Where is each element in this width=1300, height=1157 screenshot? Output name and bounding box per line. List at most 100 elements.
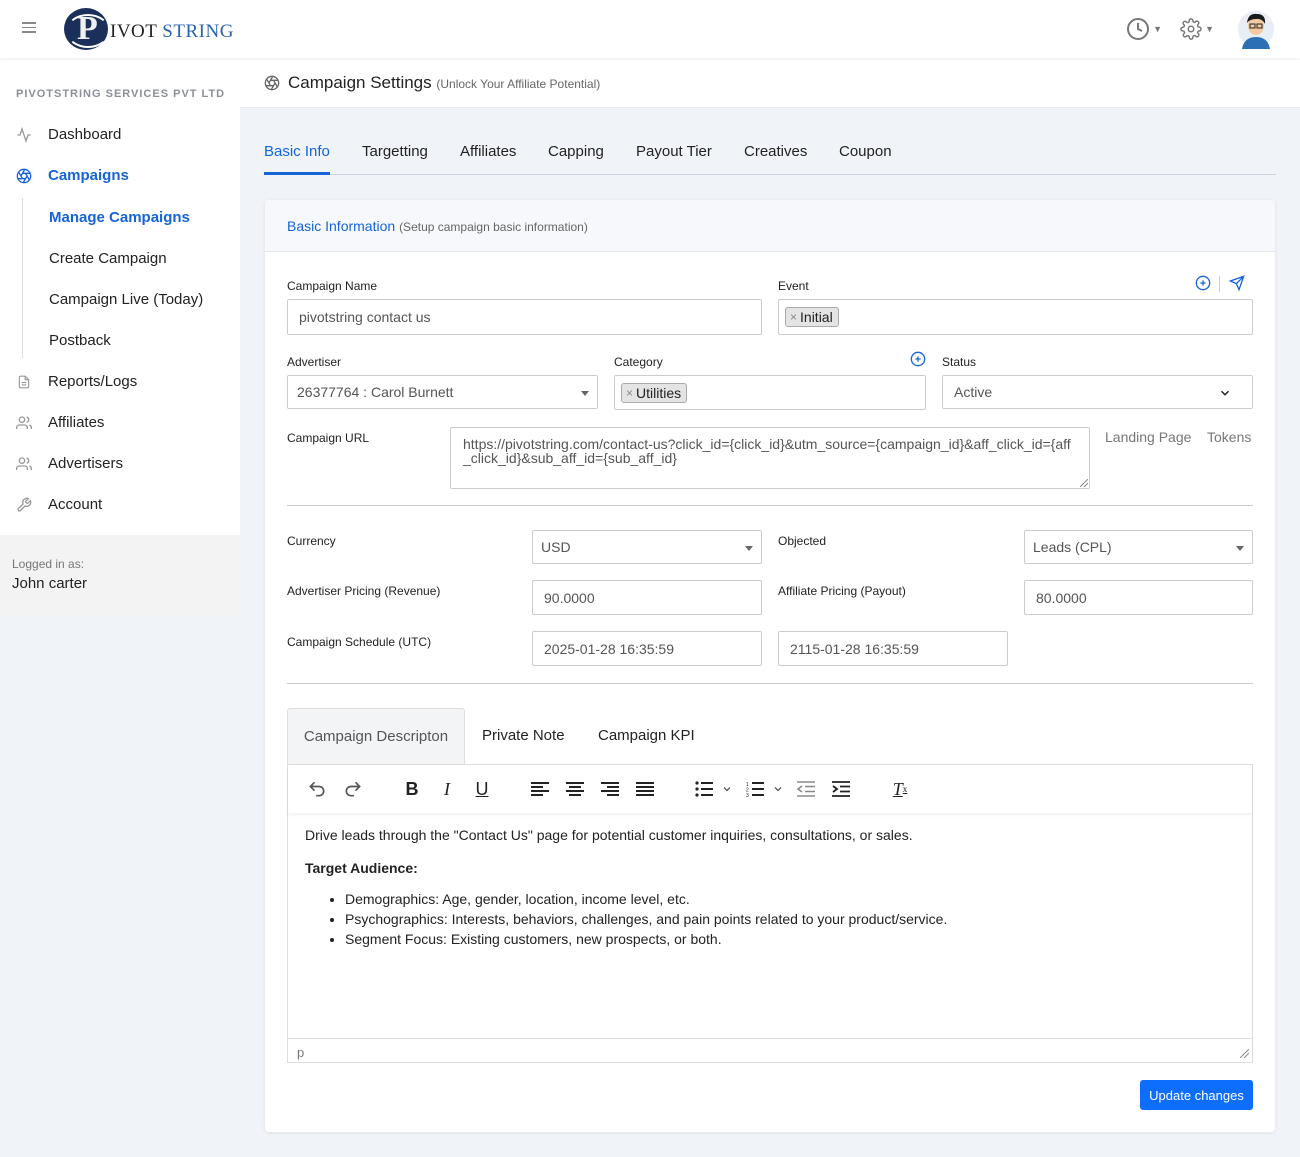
numbered-list-icon[interactable]: 123 — [745, 779, 765, 799]
top-bar: P IVOT STRING ▼ ▼ — [0, 0, 1300, 58]
tab-campaign-description[interactable]: Campaign Descripton — [287, 708, 465, 764]
clock-icon — [1127, 18, 1150, 40]
chevron-down-icon: ▼ — [1205, 24, 1214, 34]
event-select[interactable]: × Initial — [778, 299, 1253, 335]
tab-coupon[interactable]: Coupon — [839, 143, 892, 160]
aperture-icon — [16, 168, 32, 184]
campaign-name-input[interactable]: pivotstring contact us — [287, 299, 762, 335]
category-chip[interactable]: × Utilities — [621, 382, 688, 403]
divider — [287, 505, 1253, 506]
chevron-down-icon[interactable] — [720, 779, 734, 799]
tab-affiliates[interactable]: Affiliates — [460, 143, 516, 160]
settings-menu[interactable]: ▼ — [1180, 18, 1214, 40]
tab-capping[interactable]: Capping — [548, 143, 604, 160]
menu-icon[interactable] — [22, 22, 36, 36]
align-left-icon[interactable] — [530, 779, 550, 799]
align-center-icon[interactable] — [565, 779, 585, 799]
divider — [1219, 276, 1220, 292]
tokens-link[interactable]: Tokens — [1207, 429, 1251, 445]
brand-logo[interactable]: P IVOT STRING — [64, 8, 234, 50]
affiliate-pricing-input[interactable]: 80.0000 — [1024, 580, 1253, 615]
editor-bullet-list: Demographics: Age, gender, location, inc… — [305, 889, 1235, 949]
tab-campaign-kpi[interactable]: Campaign KPI — [598, 708, 695, 764]
logo-text: IVOT STRING — [110, 21, 234, 42]
gear-icon — [1180, 18, 1202, 40]
sidebar-item-account[interactable]: Account — [16, 496, 102, 513]
objected-select[interactable]: Leads (CPL) — [1024, 530, 1253, 564]
tab-targetting[interactable]: Targetting — [362, 143, 428, 160]
tab-creatives[interactable]: Creatives — [744, 143, 807, 160]
file-icon — [16, 374, 32, 390]
editor-heading: Target Audience: — [305, 860, 418, 876]
status-select[interactable]: Active — [942, 375, 1253, 409]
align-justify-icon[interactable] — [635, 779, 655, 799]
category-select[interactable]: × Utilities — [614, 375, 926, 410]
tab-payout-tier[interactable]: Payout Tier — [636, 143, 712, 160]
update-changes-button[interactable]: Update changes — [1140, 1080, 1253, 1110]
sidebar-item-advertisers[interactable]: Advertisers — [16, 455, 123, 472]
send-icon[interactable] — [1228, 275, 1245, 296]
sidebar-subitem-postback[interactable]: Postback — [49, 332, 111, 349]
align-right-icon[interactable] — [600, 779, 620, 799]
sidebar-item-affiliates[interactable]: Affiliates — [16, 414, 104, 431]
sidebar-item-campaigns[interactable]: Campaigns — [16, 167, 129, 184]
card-header: Basic Information (Setup campaign basic … — [265, 200, 1275, 252]
active-tab-indicator — [264, 172, 330, 175]
editor-content[interactable]: Drive leads through the "Contact Us" pag… — [305, 827, 1235, 949]
sidebar-item-label: Campaigns — [48, 167, 129, 184]
currency-label: Currency — [287, 534, 336, 548]
bullet-list-icon[interactable] — [694, 779, 714, 799]
italic-icon[interactable]: I — [438, 779, 456, 799]
remove-icon[interactable]: × — [790, 310, 797, 324]
campaign-url-textarea[interactable]: https://pivotstring.com/contact-us?click… — [450, 427, 1090, 489]
logged-in-panel: Logged in as: John carter — [0, 535, 240, 615]
outdent-icon[interactable] — [796, 779, 816, 799]
editor-statusbar: p — [288, 1038, 1252, 1062]
resize-handle-icon[interactable] — [1080, 479, 1088, 487]
campaign-url-label: Campaign URL — [287, 431, 370, 445]
event-chip[interactable]: × Initial — [785, 307, 839, 327]
advertiser-select[interactable]: 26377764 : Carol Burnett — [287, 375, 598, 409]
sidebar-subitem-manage-campaigns[interactable]: Manage Campaigns — [49, 209, 190, 226]
sidebar-subitem-create-campaign[interactable]: Create Campaign — [49, 250, 167, 267]
sidebar-subitem-campaign-live[interactable]: Campaign Live (Today) — [49, 291, 203, 308]
undo-icon[interactable] — [306, 779, 328, 799]
advertiser-pricing-input[interactable]: 90.0000 — [532, 580, 762, 615]
clear-formatting-icon[interactable]: Tx — [890, 779, 910, 799]
redo-icon[interactable] — [342, 779, 364, 799]
settings-tabs: Basic Info Targetting Affiliates Capping… — [264, 130, 1276, 175]
svg-text:3: 3 — [746, 793, 749, 797]
tab-private-note[interactable]: Private Note — [482, 708, 565, 764]
editor-toolbar: B I U 123 Tx — [288, 765, 1252, 813]
schedule-label: Campaign Schedule (UTC) — [287, 635, 432, 649]
chevron-down-icon[interactable] — [771, 779, 785, 799]
divider — [287, 683, 1253, 684]
description-tabs: Campaign Descripton Private Note Campaig… — [287, 708, 1253, 764]
sidebar-item-label: Advertisers — [48, 455, 124, 472]
underline-icon[interactable]: U — [472, 779, 492, 799]
avatar[interactable] — [1238, 9, 1274, 49]
aperture-icon — [264, 75, 280, 96]
sidebar-item-dashboard[interactable]: Dashboard — [16, 126, 121, 143]
basic-info-card: Basic Information (Setup campaign basic … — [265, 200, 1275, 1132]
bold-icon[interactable]: B — [402, 779, 422, 799]
wrench-icon — [16, 497, 32, 513]
sidebar-item-reports[interactable]: Reports/Logs — [16, 373, 137, 390]
tab-basic-info[interactable]: Basic Info — [264, 143, 330, 160]
card-subtitle: (Setup campaign basic information) — [399, 220, 588, 234]
sidebar-item-label: Reports/Logs — [48, 373, 138, 390]
history-menu[interactable]: ▼ — [1126, 17, 1162, 41]
chevron-down-icon: ▼ — [1153, 24, 1163, 34]
resize-handle-icon[interactable] — [1240, 1049, 1249, 1058]
add-category-icon[interactable] — [910, 351, 926, 372]
add-event-icon[interactable] — [1195, 275, 1211, 296]
schedule-end-input[interactable]: 2115-01-28 16:35:59 — [778, 631, 1008, 666]
list-item: Segment Focus: Existing customers, new p… — [345, 929, 1235, 949]
landing-page-link[interactable]: Landing Page — [1105, 429, 1191, 445]
remove-icon[interactable]: × — [626, 386, 633, 400]
schedule-start-input[interactable]: 2025-01-28 16:35:59 — [532, 631, 762, 666]
currency-select[interactable]: USD — [532, 530, 762, 564]
indent-icon[interactable] — [831, 779, 851, 799]
rich-text-editor: B I U 123 Tx Drive leads through the "Co… — [287, 764, 1253, 1063]
users-icon — [16, 456, 32, 472]
